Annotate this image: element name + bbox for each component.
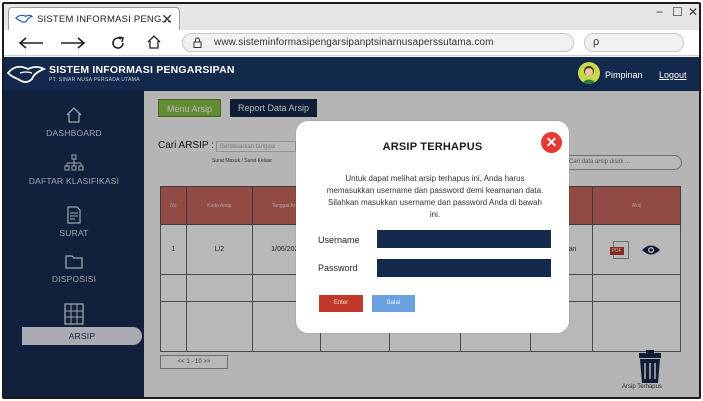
close-icon[interactable]: ✕ [541,132,562,153]
app-subtitle: PT. SINAR NUSA PERSADA UTAMA [49,77,140,83]
browser-tab[interactable]: SISTEM INFORMASI PENG... ✕ [8,7,180,30]
maximize-icon[interactable]: ☐ [672,5,683,19]
browser-window: SISTEM INFORMASI PENG... ✕ − ☐ ✕ www.sis… [2,2,701,399]
logout-link[interactable]: Logout [659,70,687,80]
modal-message: Untuk dapat melihat arsip terhapus ini, … [326,174,544,219]
app-title: SISTEM INFORMASI PENGARSIPAN [49,64,235,76]
username-label: Username [318,235,360,245]
minimize-icon[interactable]: − [656,5,663,19]
tab-close-icon[interactable]: ✕ [161,11,173,28]
browser-toolbar: www.sisteminformasipengarsipanptsinarnus… [4,30,699,56]
back-arrow-icon[interactable] [18,37,44,49]
enter-button[interactable]: Enter [319,295,363,312]
app-header: SISTEM INFORMASI PENGARSIPAN PT. SINAR N… [4,57,699,91]
password-field[interactable] [377,259,551,277]
tab-title: SISTEM INFORMASI PENG... [37,13,171,25]
reload-icon[interactable] [110,35,126,51]
password-label: Password [318,263,358,273]
window-close-icon[interactable]: ✕ [688,5,698,19]
user-avatar-icon [581,66,597,84]
url-text: www.sisteminformasipengarsipanptsinarnus… [214,37,494,48]
home-browser-icon[interactable] [146,34,162,50]
search-icon: ρ [593,36,600,48]
company-logo-icon [6,65,46,83]
modal-title: ARSIP TERHAPUS [382,141,483,153]
lock-icon [193,37,202,48]
site-logo-icon [15,14,33,23]
username-field[interactable] [377,230,551,248]
cancel-button[interactable]: Batal [372,295,415,312]
arsip-terhapus-modal: ARSIP TERHAPUS ✕ Untuk dapat melihat ars… [296,121,569,333]
tab-bar: SISTEM INFORMASI PENG... ✕ − ☐ ✕ [4,4,699,30]
browser-search-input[interactable]: ρ [584,33,684,52]
avatar[interactable] [578,62,600,84]
forward-arrow-icon[interactable] [60,37,86,49]
user-name: Pimpinan [605,70,643,80]
address-bar[interactable]: www.sisteminformasipengarsipanptsinarnus… [182,33,574,52]
